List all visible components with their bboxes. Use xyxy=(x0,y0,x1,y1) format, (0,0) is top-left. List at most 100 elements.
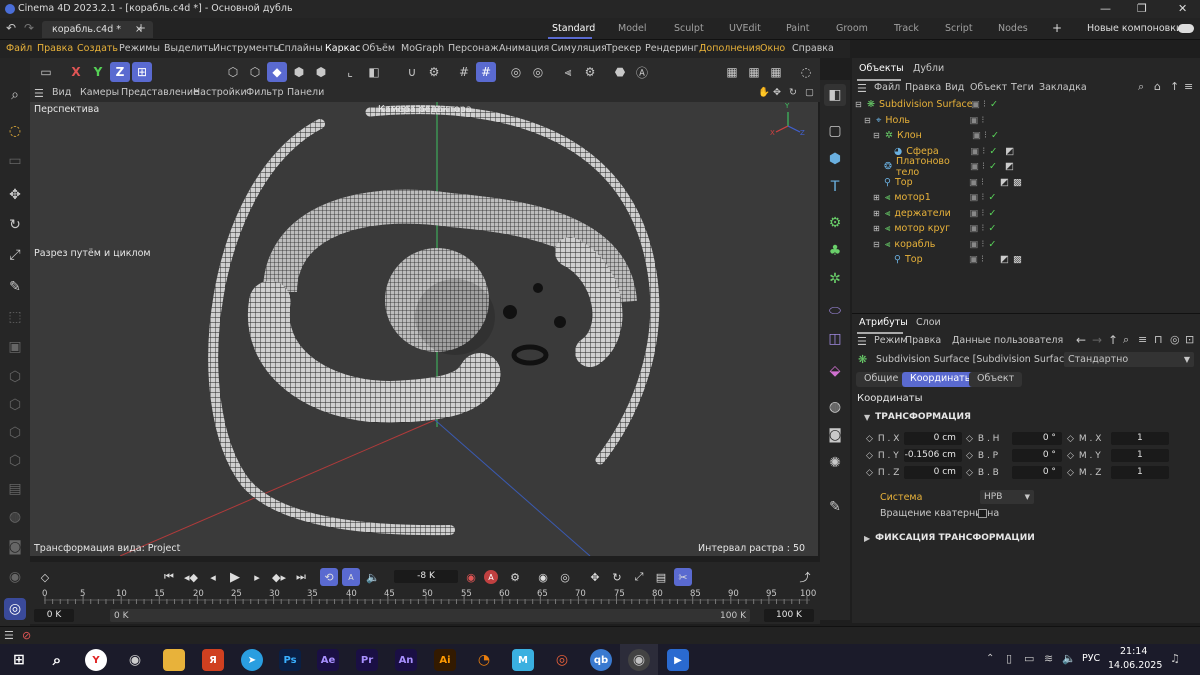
render-settings-icon[interactable]: ▦ xyxy=(766,62,786,82)
camera-tool-icon[interactable]: ◙ xyxy=(4,536,26,558)
transform-group-header[interactable]: ▼ ТРАНСФОРМАЦИЯ xyxy=(864,412,971,422)
new-layouts-label[interactable]: Новые компоновки xyxy=(1087,23,1182,34)
visibility-dots[interactable]: ▣ ⁝ xyxy=(969,223,984,234)
animate-icon[interactable]: An xyxy=(395,649,417,671)
rect-selection-icon[interactable]: ▭ xyxy=(4,150,26,172)
cube-tool-4-icon[interactable]: ⬡ xyxy=(4,450,26,472)
collapse-icon[interactable]: ⊟ xyxy=(873,131,883,140)
deformer-icon[interactable]: ⬭ xyxy=(824,300,846,322)
quaternion-checkbox[interactable] xyxy=(978,509,987,518)
tree-row-label[interactable]: Тор xyxy=(895,177,969,188)
menu-simulation[interactable]: Симуляция xyxy=(551,43,607,54)
tree-row-label[interactable]: мотор1 xyxy=(894,192,969,203)
obj-menu-view[interactable]: Вид xyxy=(945,82,964,93)
close-window-button[interactable]: ✕ xyxy=(1178,2,1187,15)
rot-p-field[interactable]: 0 ° xyxy=(1011,449,1062,462)
symmetry-settings-icon[interactable]: ⚙ xyxy=(580,62,600,82)
current-frame-field[interactable]: -8 K xyxy=(394,570,458,583)
enabled-check-icon[interactable]: ✓ xyxy=(990,99,998,110)
tree-row-label[interactable]: Тор xyxy=(905,254,969,265)
keyframe-diamond-icon[interactable]: ◇ xyxy=(966,434,973,444)
solo-icon[interactable]: ◧ xyxy=(364,62,384,82)
menu-help[interactable]: Справка xyxy=(792,43,834,54)
start-frame-field[interactable]: 0 K xyxy=(34,609,74,622)
photoshop-icon[interactable]: Ps xyxy=(279,649,301,671)
tab-layers[interactable]: Слои xyxy=(916,317,941,328)
camera-icon[interactable]: ◙ xyxy=(824,424,846,446)
cube-tool-icon[interactable]: ⬡ xyxy=(4,366,26,388)
freeze-group-header[interactable]: ▶ ФИКСАЦИЯ ТРАНСФОРМАЦИИ xyxy=(864,533,1035,543)
tray-usb-icon[interactable]: ▯ xyxy=(1006,652,1012,665)
loop-icon[interactable]: ⟲ xyxy=(320,568,338,586)
play-icon[interactable]: ▶ xyxy=(226,568,244,586)
enabled-check-icon[interactable]: ✓ xyxy=(988,192,996,203)
menu-window[interactable]: Окно xyxy=(760,43,785,54)
effector-icon[interactable]: ♣ xyxy=(824,240,846,262)
tray-date[interactable]: 14.06.2025 xyxy=(1108,660,1162,671)
extrude-icon[interactable]: ⬚ xyxy=(4,306,26,328)
prev-key-icon[interactable]: ◂◆ xyxy=(182,568,200,586)
obj-menu-tags[interactable]: Теги xyxy=(1011,82,1034,93)
record-icon[interactable]: ◉ xyxy=(462,568,480,586)
viewport-rotate-icon[interactable]: ↻ xyxy=(789,87,797,98)
keyframe-diamond-icon[interactable]: ◇ xyxy=(966,451,973,461)
media-player-icon[interactable]: ▶ xyxy=(667,649,689,671)
prev-frame-icon[interactable]: ◂ xyxy=(204,568,222,586)
keyframe-diamond-icon[interactable]: ◇ xyxy=(1067,451,1074,461)
keyframe-diamond-icon[interactable]: ◇ xyxy=(866,451,873,461)
file-explorer-icon[interactable]: ▬ xyxy=(163,649,185,671)
steam-icon[interactable]: ◉ xyxy=(124,649,146,671)
expand-icon[interactable]: ⊞ xyxy=(873,193,883,202)
obj-filter-icon[interactable]: ≡ xyxy=(1184,80,1193,93)
obj-menu-file[interactable]: Файл xyxy=(874,82,900,93)
tree-row-holders[interactable]: ⊞ ⫷ держатели ▣ ⁝ ✓ xyxy=(852,206,1200,222)
visibility-dots[interactable]: ▣ ⁝ xyxy=(969,254,984,265)
tree-row-motor1[interactable]: ⊞ ⫷ мотор1 ▣ ⁝ ✓ xyxy=(852,190,1200,206)
keyframe-diamond-icon[interactable]: ◇ xyxy=(866,468,873,478)
tree-row-cloner[interactable]: ⊟ ✲ Клон ▣ ⁝ ✓ xyxy=(852,128,1200,144)
sound-icon[interactable]: 🔈 xyxy=(364,568,382,586)
notification-bell-icon[interactable]: ♫ xyxy=(1170,652,1180,665)
menu-animation[interactable]: Анимация xyxy=(499,43,549,54)
cloner-icon[interactable]: ⚙ xyxy=(824,212,846,234)
obj-home-icon[interactable]: ⌂ xyxy=(1154,80,1161,93)
soft-selection-icon[interactable]: ◎ xyxy=(506,62,526,82)
tree-row-torus-2[interactable]: ⚲ Тор ▣ ⁝ ◩ ▩ xyxy=(852,252,1200,268)
coord-system-icon[interactable]: ⊞ xyxy=(132,62,152,82)
viewport-hamburger-icon[interactable]: ☰ xyxy=(34,87,44,100)
pen-icon[interactable]: ✎ xyxy=(824,496,846,518)
tree-row-label[interactable]: корабль xyxy=(894,239,969,250)
tray-volume-icon[interactable]: 🔈 xyxy=(1062,652,1076,665)
viewport-single-icon[interactable]: ◧ xyxy=(824,84,846,106)
viewport-menu-options[interactable]: Настройки xyxy=(193,87,247,98)
workplane-icon[interactable]: ⌞ xyxy=(340,62,360,82)
object-mode-icon[interactable]: ⬢ xyxy=(311,62,331,82)
obj-search-icon[interactable]: ⌕ xyxy=(1138,80,1144,94)
uv-mode-icon[interactable]: ⬢ xyxy=(289,62,309,82)
tree-row-label[interactable]: Клон xyxy=(897,130,972,141)
obj-menu-edit[interactable]: Правка xyxy=(905,82,941,93)
interactive-render-icon[interactable]: ◌ xyxy=(796,62,816,82)
floor-icon[interactable]: ▤ xyxy=(4,478,26,500)
obj-menu-object[interactable]: Объект xyxy=(970,82,1007,93)
phong-tag-icon[interactable]: ◩ xyxy=(1005,146,1014,157)
material-tag-icon[interactable]: ▩ xyxy=(1013,254,1022,265)
scale-icon[interactable]: ⤢ xyxy=(4,244,26,266)
go-to-start-icon[interactable]: ⏮ xyxy=(160,568,178,586)
record-pos-icon[interactable]: ◉ xyxy=(534,568,552,586)
visibility-dots[interactable]: ▣ ⁝ xyxy=(969,177,984,188)
snap-settings-icon[interactable]: ⚙ xyxy=(424,62,444,82)
attr-menu-userdata[interactable]: Данные пользователя xyxy=(952,335,1063,346)
viewport-move-icon[interactable]: ✥ xyxy=(773,87,781,98)
menu-character[interactable]: Персонаж xyxy=(448,43,499,54)
material-icon[interactable]: ◉ xyxy=(4,566,26,588)
keyframe-selection-icon[interactable]: ⚙ xyxy=(506,568,524,586)
generator-icon[interactable]: ✲ xyxy=(824,268,846,290)
menu-extensions[interactable]: Дополнения xyxy=(699,43,761,54)
cube-tool-3-icon[interactable]: ⬡ xyxy=(4,422,26,444)
axis-y-button[interactable]: Y xyxy=(88,62,108,82)
viewport-pan-icon[interactable]: ✋ xyxy=(758,87,770,98)
objects-hamburger-icon[interactable]: ☰ xyxy=(857,82,867,95)
cube-icon[interactable]: ⬢ xyxy=(824,148,846,170)
layout-tab-model[interactable]: Model xyxy=(618,23,647,34)
